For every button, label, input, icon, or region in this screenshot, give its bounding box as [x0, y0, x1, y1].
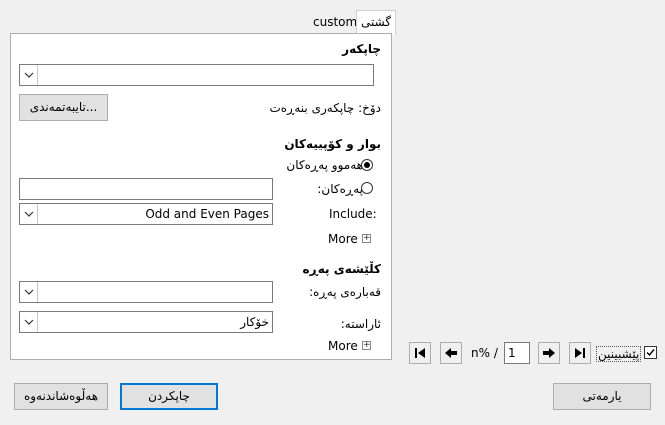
- tab-general[interactable]: گشتی: [356, 10, 396, 35]
- page-number-input[interactable]: 1: [504, 342, 530, 364]
- last-page-button[interactable]: [569, 342, 591, 364]
- radio-selected-dot: [364, 162, 370, 168]
- print-button[interactable]: چاپکردن: [120, 383, 218, 410]
- next-page-button[interactable]: [538, 342, 560, 364]
- include-label: Include:: [329, 207, 377, 221]
- printer-select[interactable]: [19, 64, 374, 86]
- help-button[interactable]: یارمەتی: [553, 383, 651, 410]
- orientation-value: خۆکار: [240, 315, 269, 329]
- printer-status: دۆخ: چاپکەری بنەڕەت: [269, 101, 381, 115]
- more-range-link[interactable]: More: [328, 232, 358, 246]
- previous-page-button[interactable]: [440, 342, 462, 364]
- expand-range-icon[interactable]: +: [362, 234, 371, 243]
- orientation-select[interactable]: خۆکار: [19, 311, 273, 333]
- chevron-down-icon: [20, 204, 38, 224]
- more-layout-link[interactable]: More: [328, 339, 358, 353]
- pages-input[interactable]: [19, 178, 273, 200]
- preview-checkbox[interactable]: [644, 346, 657, 359]
- arrow-right-icon: [543, 348, 555, 358]
- checkmark-icon: [646, 349, 655, 357]
- orientation-label: ئاراستە:: [340, 317, 381, 331]
- chevron-down-icon: [20, 65, 38, 85]
- all-pages-radio[interactable]: [361, 159, 373, 171]
- printer-heading: چاپکەر: [342, 42, 381, 56]
- expand-layout-icon[interactable]: +: [362, 341, 371, 350]
- chevron-down-icon: [20, 282, 38, 302]
- paper-size-label: قەبارەی پەڕە:: [309, 285, 381, 299]
- include-select[interactable]: Odd and Even Pages: [19, 203, 273, 225]
- last-page-icon: [575, 348, 585, 358]
- page-layout-heading: کڵێشەی پەڕە: [302, 262, 381, 276]
- general-panel: چاپکەر تایبەتمەندی... دۆخ: چاپکەری بنەڕە…: [10, 33, 392, 360]
- pages-radio[interactable]: [361, 182, 373, 194]
- total-pages-label: n% /: [471, 346, 498, 360]
- tab-custom[interactable]: custom: [313, 11, 357, 33]
- paper-size-select[interactable]: [19, 281, 273, 303]
- preview-label: پێشبینین: [596, 346, 642, 362]
- arrow-left-icon: [445, 348, 457, 358]
- cancel-button[interactable]: هەڵوەشاندنەوە: [14, 383, 108, 410]
- first-page-icon: [415, 348, 425, 358]
- chevron-down-icon: [20, 312, 38, 332]
- include-select-value: Odd and Even Pages: [145, 207, 269, 221]
- first-page-button[interactable]: [409, 342, 431, 364]
- pages-label: پەڕەکان:: [317, 182, 363, 196]
- range-heading: بوار و کۆپییەکان: [284, 137, 381, 151]
- all-pages-label: هەموو پەڕەکان: [286, 158, 363, 172]
- properties-button[interactable]: تایبەتمەندی...: [19, 94, 108, 121]
